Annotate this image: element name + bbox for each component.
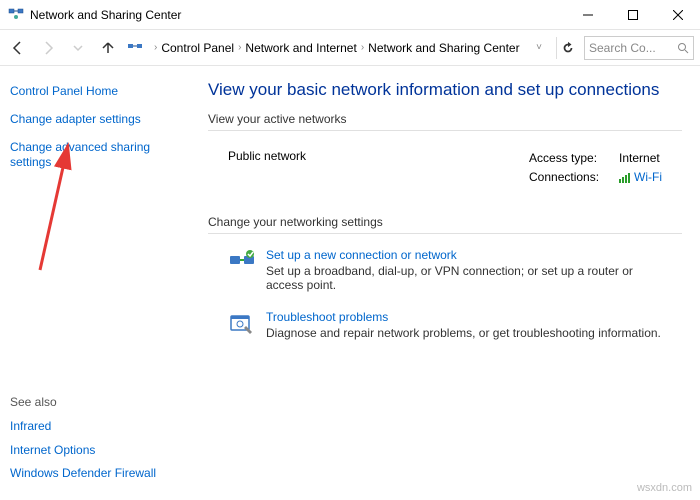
titlebar: Network and Sharing Center (0, 0, 700, 30)
app-icon (8, 5, 24, 24)
troubleshoot-desc: Diagnose and repair network problems, or… (266, 326, 661, 340)
chevron-right-icon: › (361, 42, 364, 53)
setup-connection-item: Set up a new connection or network Set u… (208, 244, 682, 306)
chevron-right-icon: › (154, 42, 157, 53)
window-title: Network and Sharing Center (30, 8, 181, 22)
titlebar-left: Network and Sharing Center (8, 5, 181, 24)
setup-connection-icon (228, 248, 256, 276)
refresh-button[interactable] (556, 37, 578, 59)
search-input[interactable]: Search Co... (584, 36, 694, 60)
forward-button[interactable] (36, 36, 60, 60)
change-settings-header: Change your networking settings (208, 215, 682, 234)
sidebar-link-advanced-sharing[interactable]: Change advanced sharing settings (10, 136, 180, 175)
content-area: Control Panel Home Change adapter settin… (0, 66, 700, 500)
connections-value: Wi-Fi (634, 168, 662, 187)
network-info: Access type: Internet Connections: Wi-Fi (529, 149, 662, 187)
sidebar-link-adapter[interactable]: Change adapter settings (10, 108, 180, 132)
troubleshoot-icon (228, 310, 256, 338)
see-also-infrared[interactable]: Infrared (10, 415, 180, 439)
sidebar: Control Panel Home Change adapter settin… (0, 66, 190, 500)
see-also-internet-options[interactable]: Internet Options (10, 439, 180, 463)
page-title: View your basic network information and … (208, 80, 682, 100)
setup-connection-desc: Set up a broadband, dial-up, or VPN conn… (266, 264, 662, 292)
sidebar-home-link[interactable]: Control Panel Home (10, 80, 180, 108)
search-placeholder: Search Co... (589, 41, 656, 55)
close-button[interactable] (655, 0, 700, 30)
history-dropdown[interactable] (66, 36, 90, 60)
main-panel: View your basic network information and … (190, 66, 700, 500)
crumb-network-internet[interactable]: Network and Internet (245, 41, 356, 55)
nav-toolbar: › Control Panel › Network and Internet ›… (0, 30, 700, 66)
active-networks-header: View your active networks (208, 112, 682, 131)
connections-link[interactable]: Wi-Fi (619, 168, 662, 187)
back-button[interactable] (6, 36, 30, 60)
see-also-header: See also (10, 395, 180, 415)
search-icon (677, 42, 689, 54)
access-type-value: Internet (619, 149, 660, 168)
up-button[interactable] (96, 36, 120, 60)
see-also-defender-firewall[interactable]: Windows Defender Firewall (10, 462, 180, 486)
wifi-signal-icon (619, 173, 630, 183)
watermark: wsxdn.com (637, 482, 692, 494)
troubleshoot-item: Troubleshoot problems Diagnose and repai… (208, 306, 682, 354)
crumb-control-panel[interactable]: Control Panel (161, 41, 234, 55)
setup-connection-link[interactable]: Set up a new connection or network (266, 248, 662, 262)
chevron-right-icon: › (238, 42, 241, 53)
minimize-button[interactable] (565, 0, 610, 30)
maximize-button[interactable] (610, 0, 655, 30)
crumb-network-sharing[interactable]: Network and Sharing Center (368, 41, 519, 55)
access-type-label: Access type: (529, 149, 609, 168)
window-controls (565, 0, 700, 30)
connections-label: Connections: (529, 168, 609, 187)
troubleshoot-link[interactable]: Troubleshoot problems (266, 310, 661, 324)
network-name: Public network (228, 149, 306, 187)
breadcrumb[interactable]: › Control Panel › Network and Internet ›… (150, 41, 526, 55)
dropdown-chevron-icon[interactable]: ˅ (532, 42, 546, 53)
address-icon (126, 39, 144, 57)
active-network-row: Public network Access type: Internet Con… (208, 143, 682, 205)
